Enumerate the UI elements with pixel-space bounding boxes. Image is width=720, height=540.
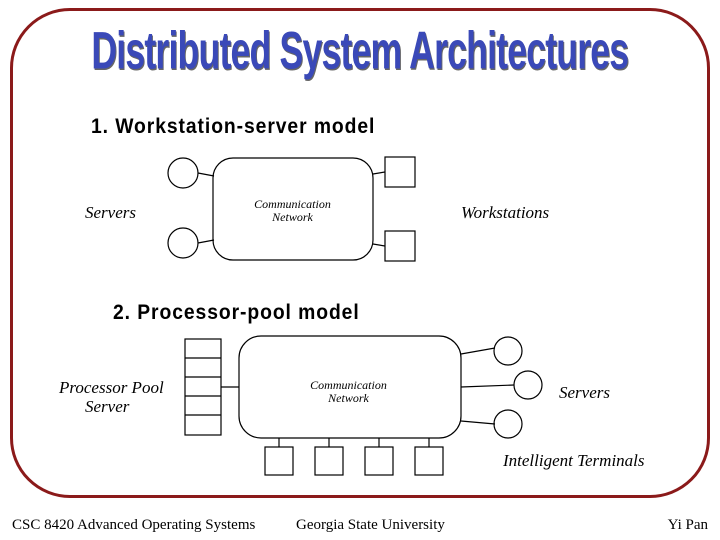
slide-frame: Distributed System Architectures 1. Work… xyxy=(10,8,710,498)
section1-commnet-label-line2: Network xyxy=(245,210,340,225)
section1-servers-label: Servers xyxy=(85,203,136,223)
title-wrap: Distributed System Architectures xyxy=(13,27,707,75)
slide-title: Distributed System Architectures xyxy=(92,21,629,81)
section2-servers-label: Servers xyxy=(559,383,610,403)
diagram-svg xyxy=(13,11,713,501)
footer-left: CSC 8420 Advanced Operating Systems xyxy=(12,517,255,534)
section1-workstations-label: Workstations xyxy=(461,203,549,223)
section2-commnet-label-line2: Network xyxy=(301,391,396,406)
section1-heading: 1. Workstation-server model xyxy=(91,115,375,139)
section2-heading: 2. Processor-pool model xyxy=(113,301,360,325)
footer-right: Yi Pan xyxy=(668,517,708,534)
section2-pool-label-line2: Server xyxy=(85,397,129,417)
section2-pool-label-line1: Processor Pool xyxy=(59,378,164,398)
footer-center: Georgia State University xyxy=(296,517,445,534)
section2-terminals-label: Intelligent Terminals xyxy=(503,451,645,471)
